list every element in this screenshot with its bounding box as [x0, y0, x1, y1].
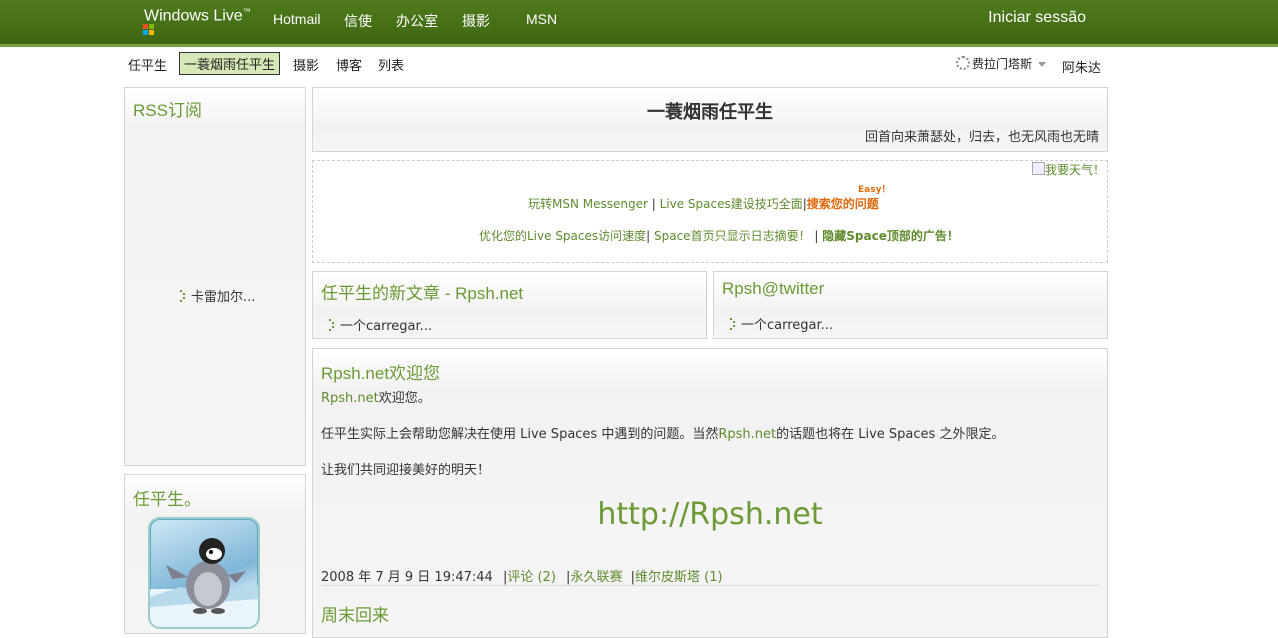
easy-label: Easy！ — [858, 185, 891, 195]
nav-msn[interactable]: MSN — [526, 11, 557, 27]
rpsh-link[interactable]: Rpsh.net — [718, 427, 776, 442]
nav-messenger[interactable]: 信使 — [344, 11, 372, 31]
space-subtitle: 回首向来萧瑟处，归去，也无风雨也无晴 — [864, 130, 1099, 145]
rss-widget-left: 任平生的新文章 - Rpsh.net 一个carregar... — [312, 271, 707, 339]
space-header: 一蓑烟雨任平生 回首向来萧瑟处，归去，也无风雨也无晴 — [312, 87, 1108, 152]
windows-live-brand[interactable]: Windows Live™ — [144, 7, 251, 25]
weather-image[interactable]: 我要天气！ — [1031, 161, 1105, 178]
windows-flag-icon — [143, 24, 155, 36]
gear-icon[interactable] — [956, 56, 970, 70]
rss-title: RSS订阅 — [133, 101, 202, 120]
top-bar: Windows Live™ Hotmail 信使 办公室 摄影 MSN Inic… — [0, 0, 1278, 47]
tab-home[interactable]: 任平生 — [128, 55, 167, 74]
rss-widget-right: Rpsh@twitter 一个carregar... — [713, 271, 1108, 339]
penguin-image — [150, 538, 258, 627]
rss-loading: 卡雷加尔... — [180, 286, 255, 305]
permalink-link[interactable]: 永久联赛 — [570, 570, 622, 585]
post-paragraph-1: Rpsh.net欢迎您。 — [321, 391, 431, 406]
nav-hotmail[interactable]: Hotmail — [273, 11, 320, 27]
owner-menu[interactable]: 费拉门塔斯 — [972, 55, 1032, 72]
notice-module: 我要天气！ Easy！ 玩转MSN Messenger | Live Space… — [312, 160, 1108, 263]
tab-photos[interactable]: 摄影 — [293, 55, 319, 74]
link-optimize-speed[interactable]: 优化您的Live Spaces访问速度 — [479, 229, 646, 243]
notice-line-2: 优化您的Live Spaces访问速度| Space首页只显示日志摘要！ | 隐… — [479, 229, 959, 243]
rss-module: RSS订阅 卡雷加尔... — [124, 87, 306, 466]
post-title[interactable]: Rpsh.net欢迎您 — [321, 359, 440, 384]
widget-left-loading: 一个carregar... — [329, 315, 432, 334]
post-paragraph-2: 任平生实际上会帮助您解决在使用 Live Spaces 中遇到的问题。当然Rps… — [321, 427, 1005, 442]
tab-blog[interactable]: 博客 — [336, 55, 362, 74]
post-divider — [321, 585, 1099, 586]
loading-spinner-icon — [730, 318, 736, 330]
nav-office[interactable]: 办公室 — [396, 11, 438, 31]
post-paragraph-3: 让我们共同迎接美好的明天！ — [321, 463, 491, 478]
post-date: 2008 年 7 月 9 日 19:47:44 — [321, 570, 493, 585]
tab-list[interactable]: 列表 — [378, 55, 404, 74]
link-msn-messenger[interactable]: 玩转MSN Messenger — [528, 197, 648, 211]
link-summary-only[interactable]: Space首页只显示日志摘要！ — [654, 229, 811, 243]
space-title: 一蓑烟雨任平生 — [647, 102, 773, 123]
post-footer: 2008 年 7 月 9 日 19:47:44 |评论 (2) |永久联赛 |维… — [321, 570, 723, 585]
link-hide-ads[interactable]: 隐藏Space顶部的广告！ — [822, 229, 959, 243]
blog-post: Rpsh.net欢迎您 Rpsh.net欢迎您。 任平生实际上会帮助您解决在使用… — [312, 348, 1108, 638]
sign-in-link[interactable]: Iniciar sessão — [988, 9, 1086, 27]
profile-photo[interactable] — [148, 517, 260, 629]
loading-spinner-icon — [329, 319, 335, 331]
user-link[interactable]: 阿朱达 — [1062, 57, 1101, 76]
widget-right-title[interactable]: Rpsh@twitter — [722, 279, 824, 299]
next-post-title[interactable]: 周末回来 — [321, 601, 389, 626]
link-search-question[interactable]: 搜索您的问题 — [807, 197, 879, 211]
widget-left-title[interactable]: 任平生的新文章 - Rpsh.net — [321, 279, 523, 304]
big-url-link[interactable]: http://Rpsh.net — [313, 497, 1107, 532]
tab-space-selected[interactable]: 一蓑烟雨任平生 — [179, 52, 281, 75]
chevron-down-icon[interactable] — [1038, 62, 1046, 67]
rpsh-link[interactable]: Rpsh.net — [321, 391, 379, 406]
comments-link[interactable]: 评论 (2) — [507, 570, 556, 585]
loading-spinner-icon — [180, 290, 186, 302]
trackback-link[interactable]: 维尔皮斯塔 (1) — [635, 570, 723, 585]
broken-image-icon — [1031, 162, 1045, 175]
notice-line-1: 玩转MSN Messenger | Live Spaces建设技巧全面|搜索您的… — [528, 197, 879, 211]
link-live-spaces-tips[interactable]: Live Spaces建设技巧全面 — [660, 197, 803, 211]
nav-photos[interactable]: 摄影 — [462, 11, 490, 31]
profile-title: 任平生。 — [133, 490, 201, 509]
widget-right-loading: 一个carregar... — [730, 314, 833, 333]
